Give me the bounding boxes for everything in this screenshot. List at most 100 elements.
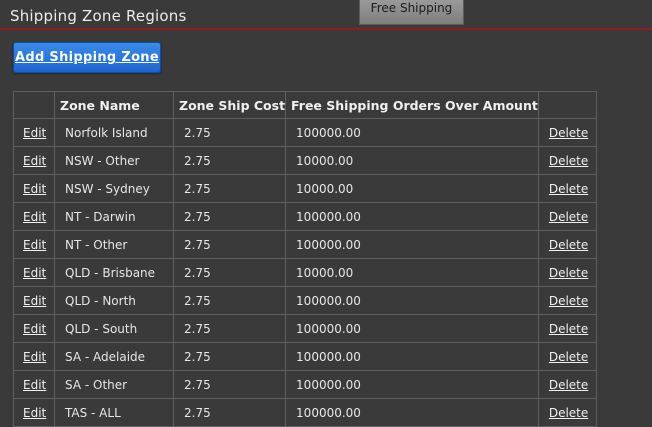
table-row: Edit SA - Other 2.75 100000.00 Delete <box>13 370 597 399</box>
zone-ship-cost-cell: 2.75 <box>172 258 287 287</box>
table-row: Edit QLD - North 2.75 100000.00 Delete <box>13 286 597 315</box>
zone-name-cell: QLD - North <box>54 286 174 315</box>
zone-ship-cost-cell: 2.75 <box>172 314 287 343</box>
zone-name-cell: NSW - Other <box>54 146 174 175</box>
delete-cell: Delete <box>537 342 597 371</box>
edit-cell: Edit <box>13 370 55 399</box>
delete-cell: Delete <box>537 202 597 231</box>
shipping-zones-table: Zone Name Zone Ship Cost Free Shipping O… <box>13 91 597 427</box>
table-row: Edit NT - Darwin 2.75 100000.00 Delete <box>13 202 597 231</box>
edit-cell: Edit <box>13 286 55 315</box>
delete-link[interactable]: Delete <box>549 350 588 364</box>
edit-cell: Edit <box>13 202 55 231</box>
edit-link[interactable]: Edit <box>23 210 46 224</box>
zone-name-cell: NSW - Sydney <box>54 174 174 203</box>
delete-link[interactable]: Delete <box>549 238 588 252</box>
delete-cell: Delete <box>537 258 597 287</box>
edit-cell: Edit <box>13 230 55 259</box>
edit-link[interactable]: Edit <box>23 154 46 168</box>
free-shipping-amount-cell: 10000.00 <box>285 174 539 203</box>
delete-cell: Delete <box>537 370 597 399</box>
free-shipping-amount-cell: 100000.00 <box>285 202 539 231</box>
edit-link[interactable]: Edit <box>23 266 46 280</box>
delete-cell: Delete <box>537 174 597 203</box>
free-shipping-amount-cell: 10000.00 <box>285 258 539 287</box>
edit-cell: Edit <box>13 118 55 147</box>
zone-name-cell: QLD - Brisbane <box>54 258 174 287</box>
column-header-edit <box>13 91 55 119</box>
tab-free-shipping[interactable]: Free Shipping <box>359 0 464 25</box>
delete-cell: Delete <box>537 286 597 315</box>
delete-link[interactable]: Delete <box>549 210 588 224</box>
free-shipping-amount-cell: 100000.00 <box>285 230 539 259</box>
zone-ship-cost-cell: 2.75 <box>172 230 287 259</box>
edit-link[interactable]: Edit <box>23 322 46 336</box>
column-header-zone-name: Zone Name <box>54 91 174 119</box>
delete-link[interactable]: Delete <box>549 378 588 392</box>
zone-ship-cost-cell: 2.75 <box>172 118 287 147</box>
add-shipping-zone-button[interactable]: Add Shipping Zone <box>13 42 161 73</box>
zone-ship-cost-cell: 2.75 <box>172 174 287 203</box>
delete-cell: Delete <box>537 118 597 147</box>
delete-cell: Delete <box>537 146 597 175</box>
edit-cell: Edit <box>13 174 55 203</box>
free-shipping-amount-cell: 100000.00 <box>285 118 539 147</box>
delete-cell: Delete <box>537 230 597 259</box>
zone-name-cell: TAS - ALL <box>54 398 174 427</box>
table-body: Edit Norfolk Island 2.75 100000.00 Delete Edi… <box>13 118 597 427</box>
free-shipping-amount-cell: 100000.00 <box>285 398 539 427</box>
zone-ship-cost-cell: 2.75 <box>172 286 287 315</box>
column-header-delete <box>537 91 597 119</box>
edit-link[interactable]: Edit <box>23 126 46 140</box>
table-row: Edit SA - Adelaide 2.75 100000.00 Delete <box>13 342 597 371</box>
table-row: Edit Norfolk Island 2.75 100000.00 Delete <box>13 118 597 147</box>
table-row: Edit NSW - Sydney 2.75 10000.00 Delete <box>13 174 597 203</box>
free-shipping-amount-cell: 100000.00 <box>285 342 539 371</box>
zone-ship-cost-cell: 2.75 <box>172 370 287 399</box>
edit-cell: Edit <box>13 258 55 287</box>
table-header-row: Zone Name Zone Ship Cost Free Shipping O… <box>13 91 597 119</box>
zone-ship-cost-cell: 2.75 <box>172 202 287 231</box>
edit-link[interactable]: Edit <box>23 406 46 420</box>
table-row: Edit TAS - ALL 2.75 100000.00 Delete <box>13 398 597 427</box>
delete-link[interactable]: Delete <box>549 406 588 420</box>
edit-link[interactable]: Edit <box>23 350 46 364</box>
zone-ship-cost-cell: 2.75 <box>172 146 287 175</box>
delete-link[interactable]: Delete <box>549 154 588 168</box>
free-shipping-amount-cell: 100000.00 <box>285 286 539 315</box>
edit-link[interactable]: Edit <box>23 238 46 252</box>
column-header-free-shipping-amount: Free Shipping Orders Over Amount <box>285 91 539 119</box>
free-shipping-amount-cell: 100000.00 <box>285 314 539 343</box>
table-row: Edit QLD - Brisbane 2.75 10000.00 Delete <box>13 258 597 287</box>
table-row: Edit QLD - South 2.75 100000.00 Delete <box>13 314 597 343</box>
zone-name-cell: QLD - South <box>54 314 174 343</box>
free-shipping-amount-cell: 100000.00 <box>285 370 539 399</box>
delete-cell: Delete <box>537 398 597 427</box>
edit-link[interactable]: Edit <box>23 378 46 392</box>
page-header: Shipping Zone Regions Free Shipping <box>0 0 652 30</box>
table-row: Edit NT - Other 2.75 100000.00 Delete <box>13 230 597 259</box>
edit-cell: Edit <box>13 342 55 371</box>
free-shipping-amount-cell: 10000.00 <box>285 146 539 175</box>
edit-cell: Edit <box>13 314 55 343</box>
page-title: Shipping Zone Regions <box>10 7 187 25</box>
zone-ship-cost-cell: 2.75 <box>172 398 287 427</box>
column-header-zone-ship-cost: Zone Ship Cost <box>172 91 287 119</box>
delete-cell: Delete <box>537 314 597 343</box>
delete-link[interactable]: Delete <box>549 294 588 308</box>
table-row: Edit NSW - Other 2.75 10000.00 Delete <box>13 146 597 175</box>
edit-link[interactable]: Edit <box>23 182 46 196</box>
delete-link[interactable]: Delete <box>549 266 588 280</box>
zone-name-cell: NT - Other <box>54 230 174 259</box>
delete-link[interactable]: Delete <box>549 322 588 336</box>
edit-cell: Edit <box>13 398 55 427</box>
zone-name-cell: SA - Other <box>54 370 174 399</box>
edit-link[interactable]: Edit <box>23 294 46 308</box>
edit-cell: Edit <box>13 146 55 175</box>
zone-name-cell: Norfolk Island <box>54 118 174 147</box>
delete-link[interactable]: Delete <box>549 182 588 196</box>
zone-name-cell: NT - Darwin <box>54 202 174 231</box>
zone-name-cell: SA - Adelaide <box>54 342 174 371</box>
zone-ship-cost-cell: 2.75 <box>172 342 287 371</box>
delete-link[interactable]: Delete <box>549 126 588 140</box>
